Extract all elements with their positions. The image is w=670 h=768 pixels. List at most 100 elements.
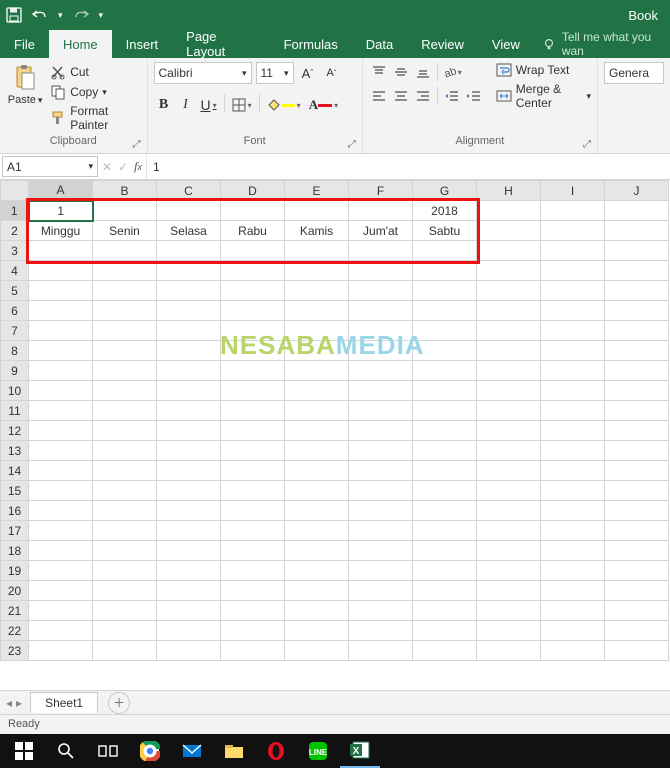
cell[interactable] bbox=[221, 441, 285, 461]
cell[interactable] bbox=[221, 341, 285, 361]
column-header[interactable]: I bbox=[541, 181, 605, 201]
cell[interactable] bbox=[541, 321, 605, 341]
clipboard-launcher-icon[interactable]: ⤢ bbox=[133, 139, 141, 150]
cell[interactable] bbox=[93, 541, 157, 561]
row-header[interactable]: 8 bbox=[1, 341, 29, 361]
tell-me[interactable]: Tell me what you wan bbox=[534, 30, 670, 58]
cell[interactable] bbox=[221, 241, 285, 261]
cell[interactable] bbox=[221, 261, 285, 281]
cell[interactable] bbox=[413, 361, 477, 381]
cell[interactable]: 1 bbox=[29, 201, 93, 221]
paste-button[interactable]: Paste▾ bbox=[6, 62, 44, 106]
cell[interactable] bbox=[157, 281, 221, 301]
cell[interactable] bbox=[221, 561, 285, 581]
cell[interactable] bbox=[541, 561, 605, 581]
cell[interactable] bbox=[29, 381, 93, 401]
cell[interactable]: Jum'at bbox=[349, 221, 413, 241]
cell[interactable] bbox=[541, 441, 605, 461]
column-header[interactable]: G bbox=[413, 181, 477, 201]
cell[interactable] bbox=[477, 381, 541, 401]
undo-dropdown-icon[interactable]: ▾ bbox=[58, 10, 63, 21]
grow-font-button[interactable]: Aˆ bbox=[298, 62, 318, 84]
cell[interactable] bbox=[541, 301, 605, 321]
cell[interactable] bbox=[93, 341, 157, 361]
cell[interactable] bbox=[605, 421, 669, 441]
cell[interactable] bbox=[605, 621, 669, 641]
number-format-select[interactable]: Genera bbox=[604, 62, 664, 84]
cell[interactable] bbox=[477, 561, 541, 581]
cell[interactable]: Senin bbox=[93, 221, 157, 241]
font-name-select[interactable]: Calibri▾ bbox=[154, 62, 252, 84]
explorer-taskbar-icon[interactable] bbox=[214, 734, 254, 768]
cell[interactable] bbox=[29, 301, 93, 321]
formula-input[interactable]: 1 bbox=[146, 154, 670, 179]
cell[interactable] bbox=[413, 241, 477, 261]
cell[interactable] bbox=[349, 281, 413, 301]
row-header[interactable]: 2 bbox=[1, 221, 29, 241]
cell[interactable] bbox=[605, 521, 669, 541]
cell[interactable]: Selasa bbox=[157, 221, 221, 241]
cell[interactable] bbox=[221, 421, 285, 441]
fill-color-button[interactable]: ▾ bbox=[264, 94, 304, 116]
cell[interactable] bbox=[157, 401, 221, 421]
border-button[interactable]: ▾ bbox=[229, 94, 255, 116]
new-sheet-button[interactable]: ＋ bbox=[108, 692, 130, 714]
sheet-tab[interactable]: Sheet1 bbox=[30, 692, 98, 713]
cell[interactable] bbox=[605, 361, 669, 381]
column-header[interactable]: F bbox=[349, 181, 413, 201]
enter-formula-icon[interactable]: ✓ bbox=[118, 160, 128, 174]
excel-taskbar-icon[interactable]: X bbox=[340, 734, 380, 768]
row-header[interactable]: 18 bbox=[1, 541, 29, 561]
cell[interactable] bbox=[413, 501, 477, 521]
alignment-launcher-icon[interactable]: ⤢ bbox=[583, 139, 591, 150]
cell[interactable] bbox=[285, 261, 349, 281]
cell[interactable] bbox=[541, 601, 605, 621]
font-size-select[interactable]: 11▾ bbox=[256, 62, 294, 84]
column-header[interactable]: E bbox=[285, 181, 349, 201]
chrome-taskbar-icon[interactable] bbox=[130, 734, 170, 768]
cell[interactable] bbox=[93, 421, 157, 441]
cell[interactable] bbox=[413, 581, 477, 601]
cell[interactable] bbox=[29, 361, 93, 381]
cell[interactable] bbox=[93, 261, 157, 281]
cell[interactable] bbox=[541, 221, 605, 241]
cell[interactable] bbox=[477, 301, 541, 321]
cell[interactable] bbox=[477, 241, 541, 261]
cell[interactable] bbox=[605, 221, 669, 241]
copy-button[interactable]: Copy▾ bbox=[50, 84, 140, 100]
cell[interactable] bbox=[285, 561, 349, 581]
cell[interactable] bbox=[93, 601, 157, 621]
tab-view[interactable]: View bbox=[478, 30, 534, 58]
row-header[interactable]: 16 bbox=[1, 501, 29, 521]
cell[interactable] bbox=[29, 641, 93, 661]
cell[interactable] bbox=[605, 501, 669, 521]
cell[interactable] bbox=[157, 301, 221, 321]
cell[interactable] bbox=[413, 381, 477, 401]
cell[interactable] bbox=[93, 241, 157, 261]
font-launcher-icon[interactable]: ⤢ bbox=[348, 139, 356, 150]
row-header[interactable]: 23 bbox=[1, 641, 29, 661]
sheet-nav-next-icon[interactable]: ▸ bbox=[16, 696, 22, 710]
cell[interactable] bbox=[93, 201, 157, 221]
cell[interactable] bbox=[349, 341, 413, 361]
cell[interactable] bbox=[157, 201, 221, 221]
cell[interactable] bbox=[93, 501, 157, 521]
cell[interactable] bbox=[157, 601, 221, 621]
wrap-text-button[interactable]: Wrap Text bbox=[496, 62, 591, 78]
cell[interactable] bbox=[349, 201, 413, 221]
cell[interactable] bbox=[349, 321, 413, 341]
cell[interactable] bbox=[477, 361, 541, 381]
cell[interactable] bbox=[221, 501, 285, 521]
cell[interactable] bbox=[29, 481, 93, 501]
cell[interactable] bbox=[29, 521, 93, 541]
cell[interactable]: Minggu bbox=[29, 221, 93, 241]
font-color-button[interactable]: A▾ bbox=[306, 94, 341, 116]
align-center-button[interactable] bbox=[391, 86, 411, 106]
cell[interactable] bbox=[285, 541, 349, 561]
italic-button[interactable]: I bbox=[176, 94, 196, 116]
cell[interactable] bbox=[221, 301, 285, 321]
line-taskbar-icon[interactable]: LINE bbox=[298, 734, 338, 768]
cell[interactable] bbox=[221, 381, 285, 401]
cell[interactable] bbox=[477, 621, 541, 641]
column-header[interactable]: A bbox=[29, 181, 93, 201]
